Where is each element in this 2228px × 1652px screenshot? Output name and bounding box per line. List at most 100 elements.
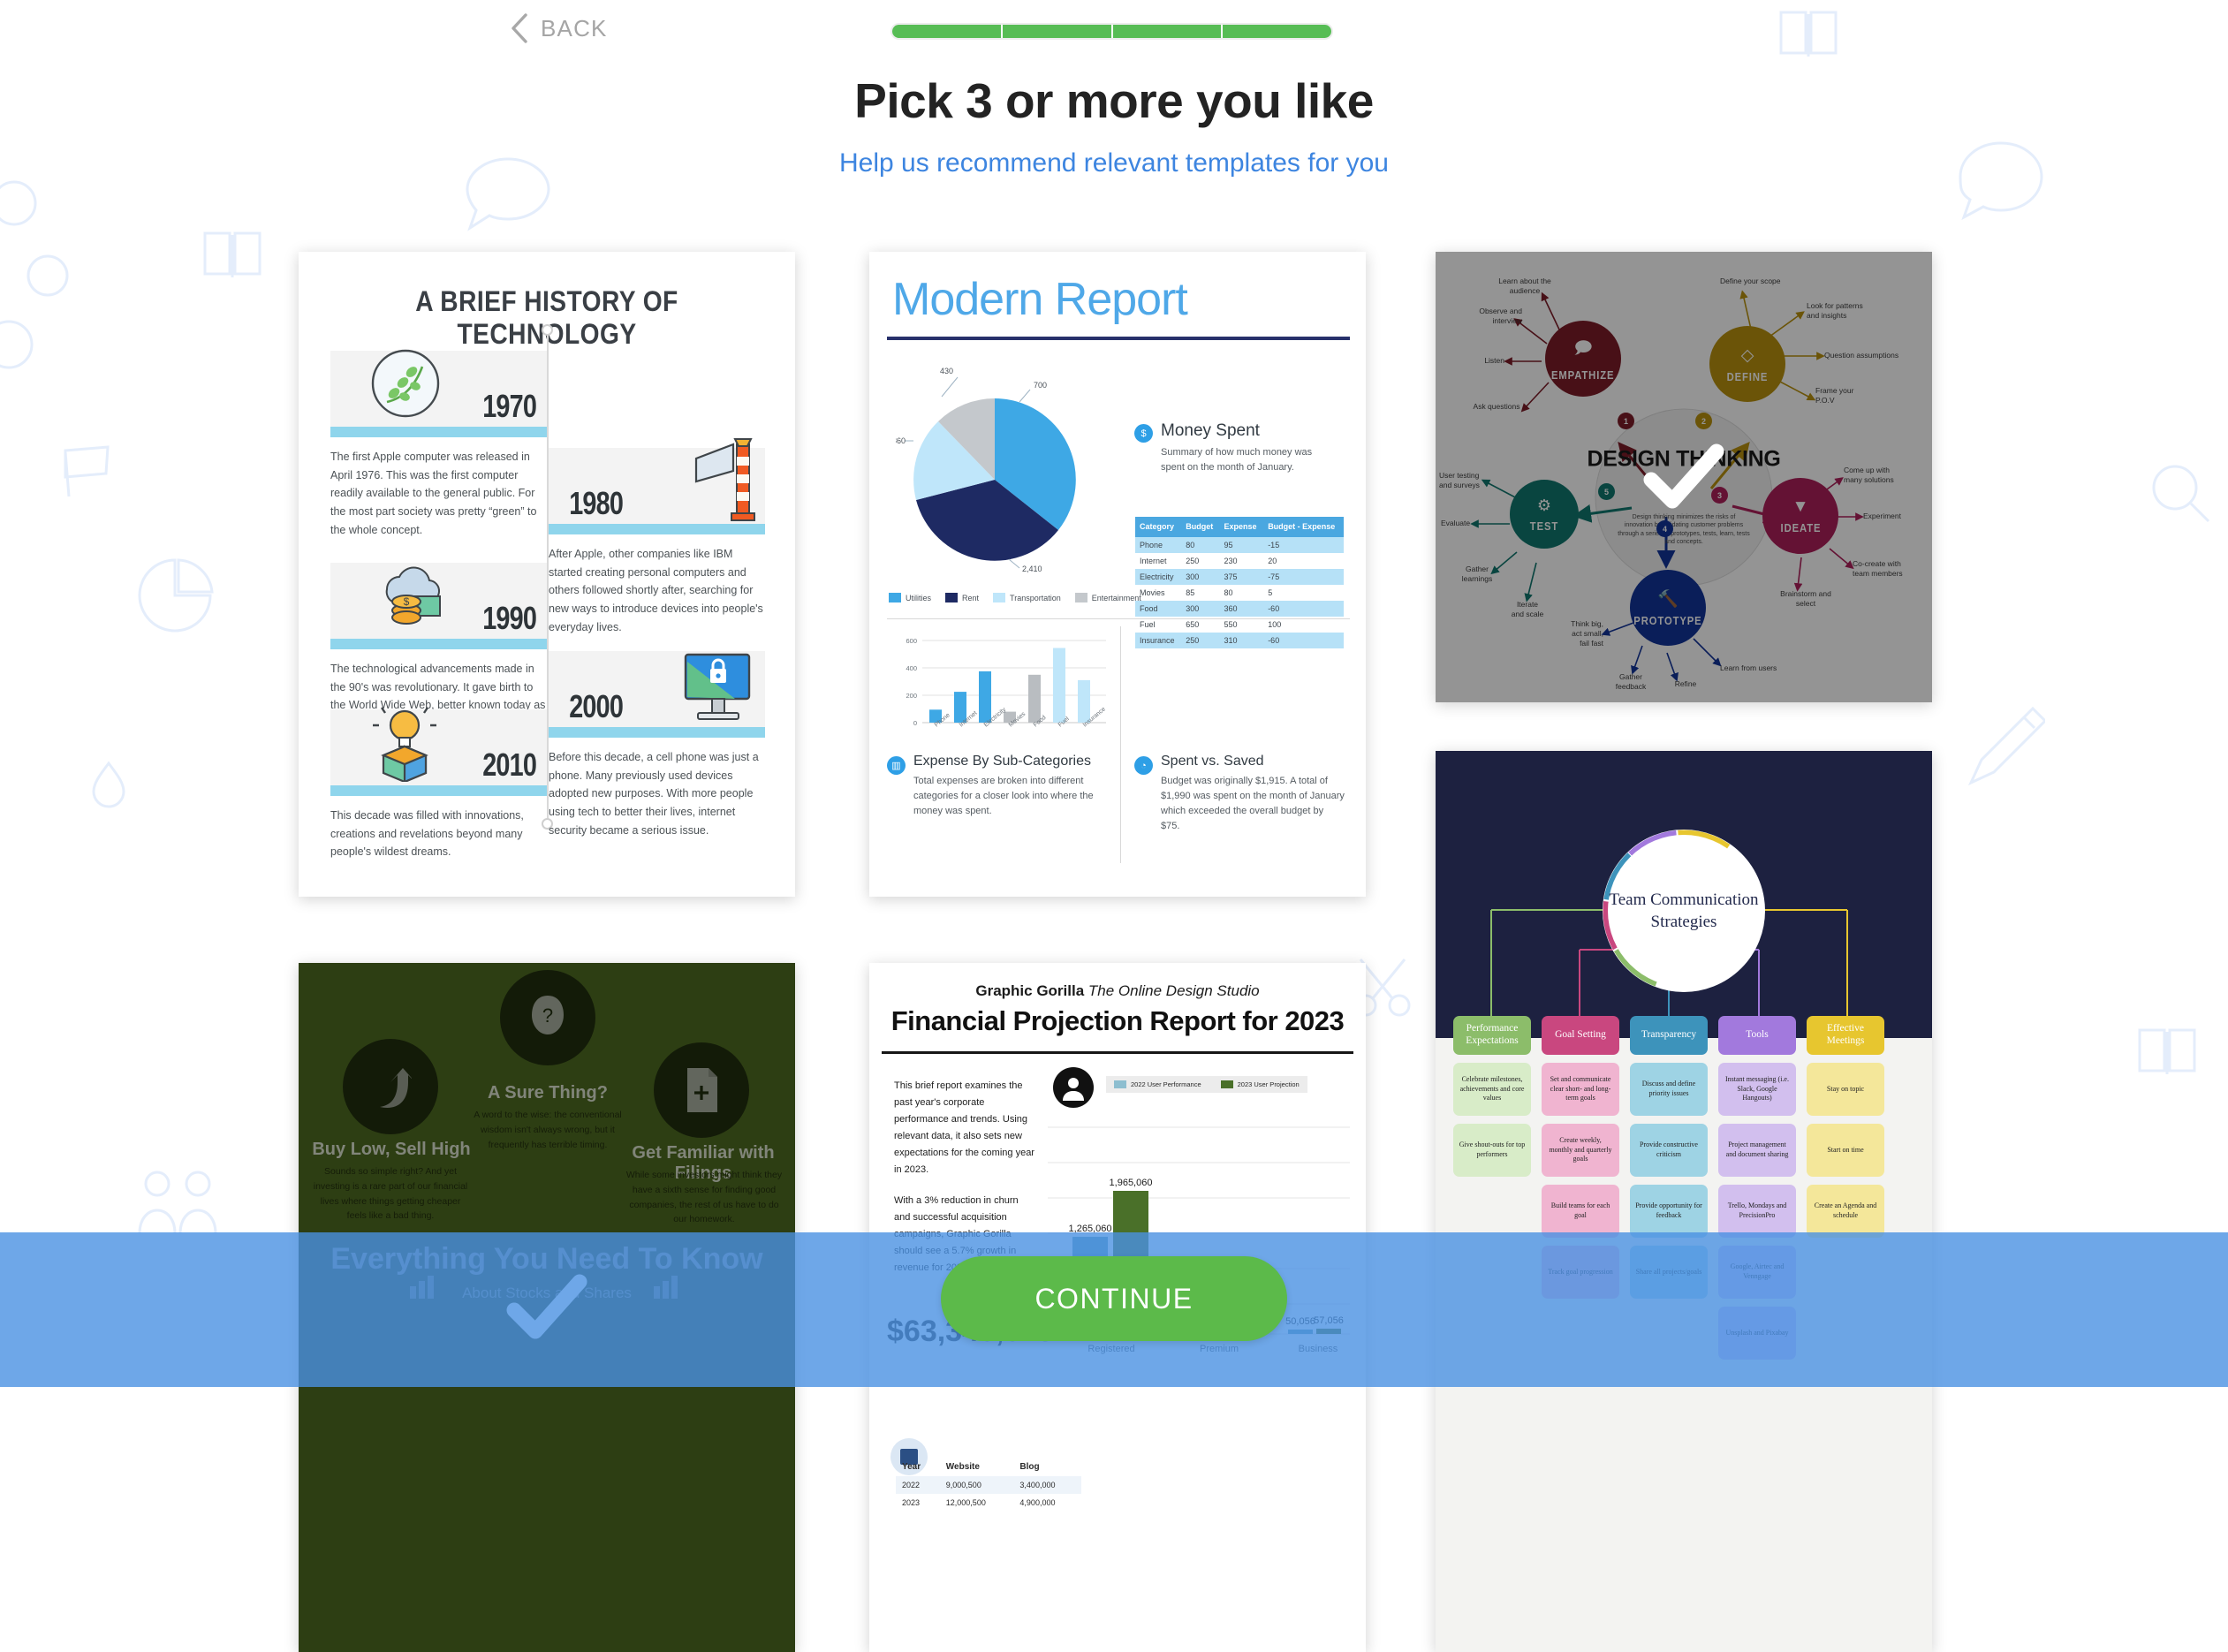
column-cell: Build teams for each goal: [1542, 1185, 1619, 1238]
table-row: 2022 9,000,500 3,400,000: [896, 1476, 1081, 1494]
column-cell: Create an Agenda and schedule: [1807, 1185, 1884, 1238]
column-effective-meetings: Effective Meetings Stay on topic Start o…: [1807, 1016, 1884, 1238]
column-header: Transparency: [1630, 1016, 1708, 1055]
projection-table: Year Website Blog 2022 9,000,500 3,400,000…: [896, 1458, 1081, 1512]
step-number-1: 1: [1618, 413, 1634, 429]
plant-sprig-icon: [371, 349, 440, 418]
timeline-year: 1990: [482, 600, 537, 636]
node-empathize: 🗩 EMPATHIZE: [1545, 321, 1621, 397]
caption: Evaluate: [1441, 519, 1471, 527]
table-row: Fuel 650 550 100: [1135, 617, 1344, 633]
target-icon: ◇: [1740, 345, 1754, 365]
template-card-modern-report[interactable]: Modern Report 700 430 60 2,410 Utilities…: [869, 252, 1366, 897]
node-ideate: ▼ IDEATE: [1762, 478, 1838, 554]
node-label: DEFINE: [1726, 370, 1769, 383]
table-header-cell: Blog: [1019, 1462, 1040, 1472]
legend-label: Rent: [962, 593, 980, 602]
legend-item: Utilities: [889, 593, 931, 602]
column-cell: Provide opportunity for feedback: [1630, 1185, 1708, 1238]
title-rule: [882, 1051, 1353, 1054]
monitor-lock-icon: [684, 653, 751, 720]
timeline-item: 2010 This decade was filled with innovat…: [330, 707, 547, 861]
cell: 650: [1186, 619, 1200, 629]
caption: Frame your P.O.V: [1815, 386, 1854, 405]
table-header-cell: Expense: [1219, 517, 1264, 537]
tip-icon-circle: [343, 1039, 438, 1134]
arrow-up-curve-icon: [380, 1068, 412, 1108]
caption: Listen: [1484, 356, 1504, 365]
cell: Fuel: [1140, 619, 1156, 629]
table-header-cell: Year: [902, 1462, 921, 1472]
page-subtitle: Help us recommend relevant templates for…: [839, 148, 1389, 178]
cell: 80: [1181, 536, 1220, 553]
progress-segment-3: [1112, 25, 1224, 38]
cell: 9,000,500: [939, 1476, 1014, 1494]
selected-checkmark-icon: [1643, 443, 1724, 509]
continue-button[interactable]: CONTINUE: [941, 1256, 1287, 1341]
column-cell: Stay on topic: [1807, 1063, 1884, 1116]
onboarding-progress-bar: [892, 25, 1331, 38]
book-icon: [2138, 1028, 2196, 1074]
legend-item: 2023 User Projection: [1220, 1080, 1300, 1088]
brand-name: Graphic Gorilla: [975, 982, 1085, 999]
section-heading: Expense By Sub-Categories: [913, 754, 1091, 769]
legend-item: Entertainment: [1074, 593, 1141, 602]
template-title: Financial Projection Report for 2023: [890, 1005, 1345, 1036]
svg-text:200: 200: [906, 692, 917, 700]
vertical-divider: [1120, 626, 1121, 863]
column-cell: Set and communicate clear short- and lon…: [1542, 1063, 1619, 1116]
cell: 3,400,000: [1013, 1476, 1081, 1494]
column-cell: Discuss and define priority issues: [1630, 1063, 1708, 1116]
progress-segment-2: [1002, 25, 1113, 38]
pie-label-utilities: 700: [1034, 381, 1047, 390]
table-row: Phone 80 95 -15: [1135, 536, 1344, 553]
column-performance-expectations: Performance Expectations Celebrate miles…: [1453, 1016, 1531, 1177]
progress-segment-4: [1223, 25, 1331, 38]
lightbulb-box-icon: [373, 707, 436, 782]
timeline-item: 1980 After Apple, other companies like I…: [549, 438, 765, 636]
cell: -60: [1263, 632, 1344, 648]
pie-label-rent: 2,410: [1022, 565, 1042, 573]
column-cell: Start on time: [1807, 1124, 1884, 1177]
timeline-year: 1970: [482, 388, 537, 424]
template-card-design-thinking[interactable]: 🗩 EMPATHIZE ◇ DEFINE ▼ IDEATE 🔨 PROTOTYP…: [1436, 252, 1932, 702]
cell: Insurance: [1135, 632, 1182, 648]
caption: Learn from users: [1720, 663, 1777, 672]
cell: Movies: [1140, 587, 1165, 597]
column-cell: Provide constructive criticism: [1630, 1124, 1708, 1177]
cell: 230: [1224, 556, 1238, 565]
bar-chart-icon: ▥: [887, 756, 906, 775]
book-icon: [203, 231, 261, 277]
column-cell: Trello, Mondays and PrecisionPro: [1718, 1185, 1796, 1238]
timeline-item: 2000 Before this decade, a cell phone wa…: [549, 651, 765, 839]
tip-icon-circle: [654, 1042, 749, 1138]
cell: 100: [1268, 619, 1282, 629]
cell: 80: [1224, 587, 1233, 597]
cell: 300: [1181, 600, 1220, 617]
back-button[interactable]: BACK: [511, 13, 608, 43]
node-label: TEST: [1529, 519, 1559, 533]
caption: Ask questions: [1473, 402, 1520, 411]
back-label: BACK: [541, 14, 608, 42]
bar-label: 1,965,060: [1110, 1178, 1153, 1188]
table-header-row: Year Website Blog: [896, 1458, 1081, 1476]
caption: Iterate and scale: [1511, 600, 1544, 619]
timeline-dot-top: [542, 324, 553, 336]
cell: 4,900,000: [1019, 1498, 1056, 1507]
svg-text:$: $: [404, 595, 410, 608]
table-header-cell: Budget - Expense: [1263, 517, 1344, 537]
section-expense-by-sub-categories: ▥ Expense By Sub-Categories Total expens…: [887, 754, 1108, 819]
node-label: EMPATHIZE: [1551, 369, 1615, 382]
expense-table: Category Budget Expense Budget - Expense…: [1135, 517, 1344, 648]
section-body: Budget was originally $1,915. A total of…: [1161, 776, 1345, 832]
legend-label: Utilities: [906, 593, 932, 602]
legend-item: 2022 User Performance: [1114, 1080, 1201, 1088]
piggy-bank-icon: ◔: [1134, 756, 1153, 775]
svg-text:?: ?: [542, 1004, 553, 1027]
cell: 2022: [896, 1476, 940, 1494]
template-card-brief-history-of-technology[interactable]: A BRIEF HISTORY OF TECHNOLOGY 19: [299, 252, 795, 897]
pie-chart: 700 430 860 2,410: [896, 367, 1076, 573]
pie-label-transportation: 860: [896, 436, 906, 445]
template-card-team-communication-strategies[interactable]: Team Communication Strategies Performanc…: [1436, 751, 1932, 1652]
cell: 550: [1224, 619, 1238, 629]
